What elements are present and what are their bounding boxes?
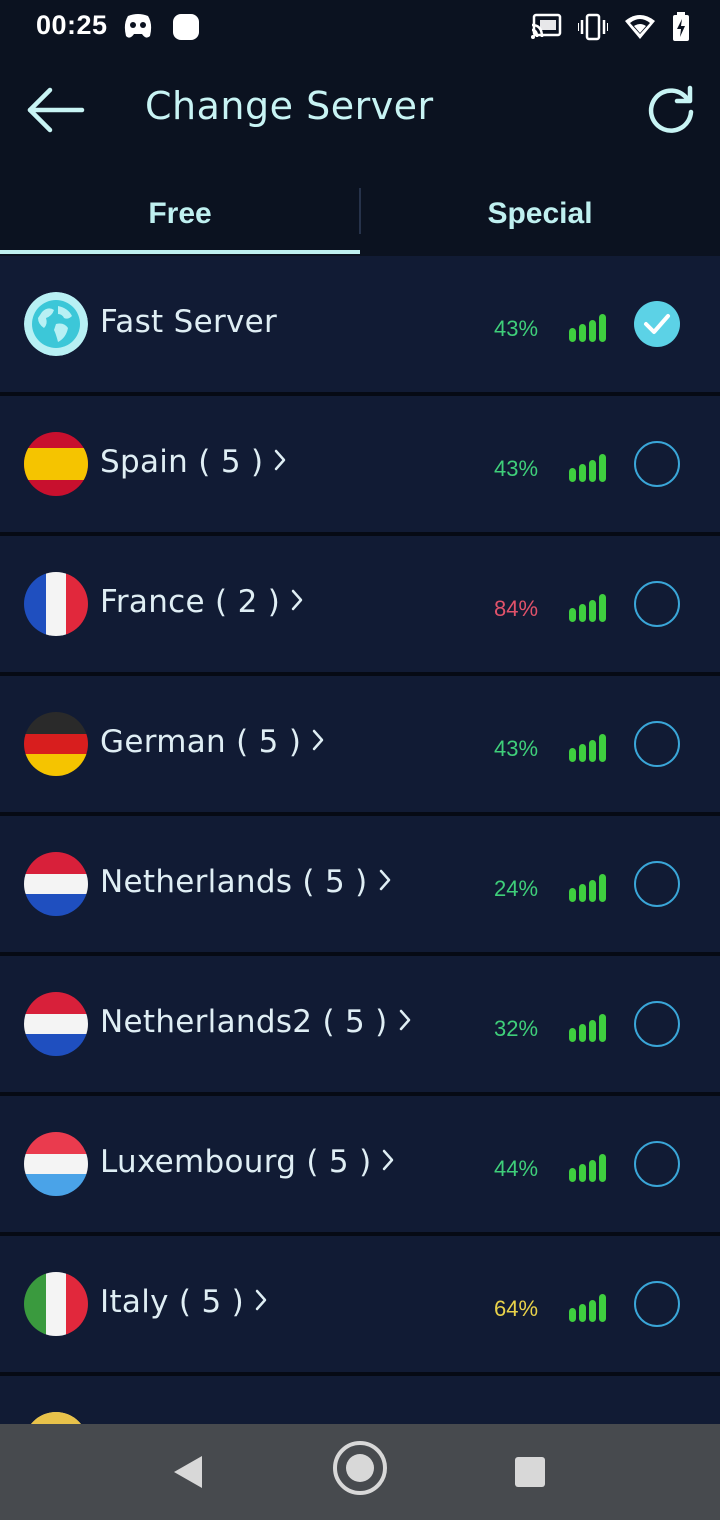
- refresh-icon: [648, 85, 694, 133]
- server-name: France ( 2 ): [100, 584, 304, 620]
- app-bar: Change Server: [0, 56, 720, 172]
- chevron-right-icon[interactable]: [381, 1144, 395, 1180]
- server-name-label: France ( 2 ): [100, 584, 281, 620]
- arrow-left-icon: [27, 87, 85, 133]
- tab-bar: Free Special: [0, 172, 720, 256]
- server-load: 24%: [493, 876, 539, 901]
- signal-strength-icon: [568, 310, 610, 348]
- nav-recents-button[interactable]: [514, 1456, 546, 1492]
- server-name: Italy ( 5 ): [100, 1284, 268, 1320]
- refresh-button[interactable]: [644, 82, 698, 136]
- signal-strength-icon: [568, 870, 610, 908]
- server-list[interactable]: Fast Server 43% Spain ( 5 ) 43% France ( 2 )…: [0, 256, 720, 1424]
- nav-home-icon: [333, 1441, 387, 1495]
- server-row[interactable]: German ( 5 ) 43%: [0, 676, 720, 812]
- back-button[interactable]: [24, 84, 88, 136]
- nav-back-icon: [174, 1456, 202, 1488]
- server-radio[interactable]: [634, 1001, 680, 1047]
- server-name: Netherlands ( 5 ): [100, 864, 392, 900]
- server-load: 44%: [493, 1156, 539, 1181]
- nav-home-button[interactable]: [332, 1440, 388, 1500]
- notification-dot-icon: [172, 12, 200, 42]
- vibrate-icon: [578, 13, 608, 41]
- chevron-right-icon[interactable]: [273, 444, 287, 480]
- server-name: German ( 5 ): [100, 724, 325, 760]
- chevron-right-icon[interactable]: [378, 864, 392, 900]
- battery-charging-icon: [672, 12, 690, 42]
- server-name-label: Netherlands ( 5 ): [100, 864, 368, 900]
- server-name-label: Fast Server: [100, 304, 278, 340]
- server-radio[interactable]: [634, 581, 680, 627]
- status-right-icons: [530, 12, 690, 42]
- server-radio[interactable]: [634, 1281, 680, 1327]
- server-row[interactable]: Netherlands2 ( 5 ) 32%: [0, 956, 720, 1092]
- netherlands-flag-icon: [24, 992, 88, 1056]
- tab-indicator: [0, 250, 360, 254]
- italy-flag-icon: [24, 1272, 88, 1336]
- flag-icon: [24, 1412, 88, 1424]
- server-name-label: Netherlands2 ( 5 ): [100, 1004, 388, 1040]
- system-nav-bar: [0, 1424, 720, 1520]
- server-name: Luxembourg ( 5 ): [100, 1144, 395, 1180]
- signal-strength-icon: [568, 730, 610, 768]
- server-load: 43%: [493, 456, 539, 481]
- signal-strength-icon: [568, 590, 610, 628]
- page-title: Change Server: [145, 84, 434, 128]
- cast-icon: [530, 13, 562, 41]
- signal-strength-icon: [568, 1290, 610, 1328]
- server-load: 43%: [493, 316, 539, 341]
- server-name: Fast Server: [100, 304, 277, 340]
- wifi-icon: [624, 13, 656, 41]
- nav-recents-icon: [515, 1457, 545, 1487]
- globe-icon: [24, 292, 88, 356]
- status-time: 00:25: [36, 10, 108, 40]
- server-row[interactable]: Spain ( 5 ) 43%: [0, 396, 720, 532]
- germany-flag-icon: [24, 712, 88, 776]
- server-radio[interactable]: [634, 721, 680, 767]
- server-radio[interactable]: [634, 861, 680, 907]
- nav-back-button[interactable]: [170, 1452, 206, 1496]
- server-name-label: Luxembourg ( 5 ): [100, 1144, 372, 1180]
- chevron-right-icon[interactable]: [311, 724, 325, 760]
- chevron-right-icon[interactable]: [290, 584, 304, 620]
- server-row[interactable]: France ( 2 ) 84%: [0, 536, 720, 672]
- server-load: 84%: [493, 596, 539, 621]
- server-radio[interactable]: [634, 1141, 680, 1187]
- server-load: 43%: [493, 736, 539, 761]
- spain-flag-icon: [24, 432, 88, 496]
- server-row[interactable]: Fast Server 43%: [0, 256, 720, 392]
- server-name: Spain ( 5 ): [100, 444, 287, 480]
- tab-free[interactable]: Free: [0, 172, 360, 256]
- status-bar: 00:25: [0, 0, 720, 56]
- france-flag-icon: [24, 572, 88, 636]
- server-row[interactable]: Italy ( 5 ) 64%: [0, 1236, 720, 1372]
- server-name-label: Spain ( 5 ): [100, 444, 264, 480]
- chevron-right-icon[interactable]: [398, 1004, 412, 1040]
- signal-strength-icon: [568, 1010, 610, 1048]
- server-row-partial[interactable]: [0, 1376, 720, 1424]
- server-row[interactable]: Netherlands ( 5 ) 24%: [0, 816, 720, 952]
- server-name-label: German ( 5 ): [100, 724, 302, 760]
- signal-strength-icon: [568, 1150, 610, 1188]
- signal-strength-icon: [568, 450, 610, 488]
- status-left-icons: [122, 12, 200, 42]
- server-name-label: Italy ( 5 ): [100, 1284, 245, 1320]
- tab-special[interactable]: Special: [360, 172, 720, 256]
- server-name: Netherlands2 ( 5 ): [100, 1004, 412, 1040]
- luxembourg-flag-icon: [24, 1132, 88, 1196]
- server-load: 64%: [493, 1296, 539, 1321]
- netherlands-flag-icon: [24, 852, 88, 916]
- server-radio[interactable]: [634, 441, 680, 487]
- server-row[interactable]: Luxembourg ( 5 ) 44%: [0, 1096, 720, 1232]
- game-controller-icon: [122, 12, 154, 42]
- selected-radio[interactable]: [634, 301, 680, 347]
- chevron-right-icon[interactable]: [254, 1284, 268, 1320]
- checkmark-icon: [644, 314, 670, 334]
- server-load: 32%: [493, 1016, 539, 1041]
